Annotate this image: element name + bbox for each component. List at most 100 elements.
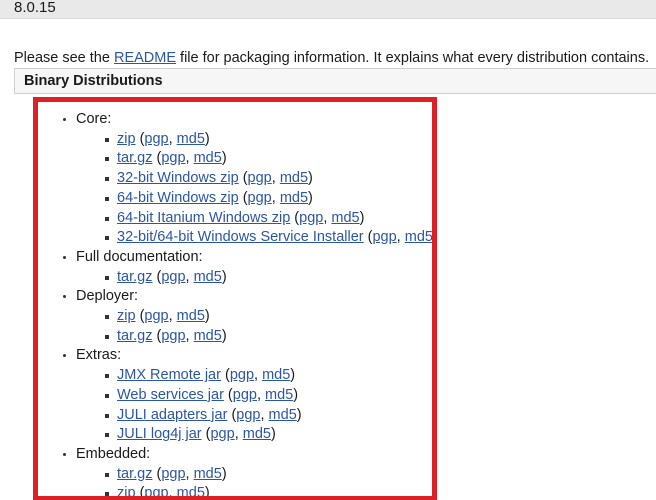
download-item-text: zip (pgp, md5) <box>117 307 432 327</box>
download-item-text: tar.gz (pgp, md5) <box>117 268 432 288</box>
download-item-text: JULI adapters jar (pgp, md5) <box>117 406 432 426</box>
download-link[interactable]: JULI adapters jar <box>117 407 227 423</box>
open-paren: ( <box>227 406 237 423</box>
pgp-link[interactable]: pgp <box>144 485 168 496</box>
download-item: JULI adapters jar (pgp, md5) <box>104 406 432 426</box>
pgp-link[interactable]: pgp <box>236 407 260 423</box>
separator: , <box>185 327 194 344</box>
pgp-link[interactable]: pgp <box>210 426 234 442</box>
bullet-dot-icon <box>63 452 66 456</box>
download-item: tar.gz (pgp, md5) <box>104 268 432 288</box>
md5-link[interactable]: md5 <box>262 367 290 383</box>
download-item-list: tar.gz (pgp, md5) zip (pgp, md5) <box>76 465 432 500</box>
download-link[interactable]: 64-bit Itanium Windows zip <box>117 210 290 226</box>
pgp-link[interactable]: pgp <box>161 150 185 166</box>
download-item-list: tar.gz (pgp, md5) <box>76 268 432 288</box>
distribution-group: Extras: JMX Remote jar (pgp, md5) Web serv… <box>62 346 432 445</box>
download-item-text: JMX Remote jar (pgp, md5) <box>117 366 432 386</box>
md5-link[interactable]: md5 <box>405 229 432 245</box>
separator: , <box>185 465 194 482</box>
download-link[interactable]: JULI log4j jar <box>117 426 202 442</box>
download-item-list: zip (pgp, md5) tar.gz (pgp, md5) 32-bit Wi… <box>76 130 432 248</box>
md5-link[interactable]: md5 <box>177 131 205 147</box>
close-paren: ) <box>293 386 299 403</box>
distribution-group-list: Core: zip (pgp, md5) tar.gz (pgp, md5) 32-b… <box>38 110 432 500</box>
download-link[interactable]: tar.gz <box>117 269 152 285</box>
md5-link[interactable]: md5 <box>265 387 293 403</box>
distribution-list-container: Core: zip (pgp, md5) tar.gz (pgp, md5) 32-b… <box>38 102 432 500</box>
separator: , <box>271 189 280 206</box>
pgp-link[interactable]: pgp <box>144 131 168 147</box>
md5-link[interactable]: md5 <box>280 190 308 206</box>
readme-link[interactable]: README <box>114 50 176 66</box>
download-item: 64-bit Itanium Windows zip (pgp, md5) <box>104 209 432 229</box>
open-paren: ( <box>152 150 162 167</box>
download-link[interactable]: 32-bit Windows zip <box>117 170 239 186</box>
close-paren: ) <box>221 268 227 285</box>
download-link[interactable]: Web services jar <box>117 387 224 403</box>
pgp-link[interactable]: pgp <box>230 367 254 383</box>
distribution-group: Embedded: tar.gz (pgp, md5) zip (pgp, md5) <box>62 445 432 500</box>
separator: , <box>260 406 269 423</box>
distribution-group: Deployer: zip (pgp, md5) tar.gz (pgp, md5) <box>62 287 432 346</box>
download-link[interactable]: JMX Remote jar <box>117 367 221 383</box>
open-paren: ( <box>152 465 162 482</box>
bullet-square-icon <box>105 315 109 320</box>
download-link[interactable]: tar.gz <box>117 328 152 344</box>
close-paren: ) <box>221 465 227 482</box>
md5-link[interactable]: md5 <box>194 328 222 344</box>
pgp-link[interactable]: pgp <box>299 210 323 226</box>
group-label: Extras: <box>76 347 122 364</box>
intro-text-before: Please see the <box>14 49 114 66</box>
md5-link[interactable]: md5 <box>194 466 222 482</box>
download-item: 32-bit/64-bit Windows Service Installer … <box>104 228 432 248</box>
download-item-text: JULI log4j jar (pgp, md5) <box>117 425 432 445</box>
download-link[interactable]: 32-bit/64-bit Windows Service Installer <box>117 229 364 245</box>
md5-link[interactable]: md5 <box>269 407 297 423</box>
separator: , <box>168 485 177 500</box>
md5-link[interactable]: md5 <box>177 308 205 324</box>
pgp-link[interactable]: pgp <box>248 170 272 186</box>
md5-link[interactable]: md5 <box>243 426 271 442</box>
bullet-square-icon <box>105 393 109 398</box>
close-paren: ) <box>204 130 210 147</box>
separator: , <box>256 386 266 403</box>
md5-link[interactable]: md5 <box>194 269 222 285</box>
download-item: JULI log4j jar (pgp, md5) <box>104 425 432 445</box>
close-paren: ) <box>204 485 210 500</box>
separator: , <box>185 268 194 285</box>
download-item: JMX Remote jar (pgp, md5) <box>104 366 432 386</box>
md5-link[interactable]: md5 <box>177 485 205 496</box>
download-link[interactable]: zip <box>117 131 136 147</box>
md5-link[interactable]: md5 <box>194 150 222 166</box>
bullet-square-icon <box>105 157 109 162</box>
md5-link[interactable]: md5 <box>280 170 308 186</box>
group-label: Core: <box>76 111 112 127</box>
download-item: 64-bit Windows zip (pgp, md5) <box>104 189 432 209</box>
pgp-link[interactable]: pgp <box>372 229 396 245</box>
pgp-link[interactable]: pgp <box>233 387 257 403</box>
separator: , <box>271 170 280 187</box>
open-paren: ( <box>152 268 162 285</box>
bullet-square-icon <box>105 137 109 142</box>
pgp-link[interactable]: pgp <box>161 466 185 482</box>
download-link[interactable]: tar.gz <box>117 466 152 482</box>
close-paren: ) <box>270 426 276 443</box>
download-link[interactable]: zip <box>117 308 136 324</box>
pgp-link[interactable]: pgp <box>248 190 272 206</box>
download-item: 32-bit Windows zip (pgp, md5) <box>104 169 432 189</box>
bullet-dot-icon <box>63 295 66 299</box>
bullet-square-icon <box>105 472 109 477</box>
md5-link[interactable]: md5 <box>331 210 359 226</box>
download-link[interactable]: tar.gz <box>117 150 152 166</box>
download-link[interactable]: 64-bit Windows zip <box>117 190 239 206</box>
bullet-dot-icon <box>63 118 66 121</box>
binary-distributions-header: Binary Distributions <box>14 68 656 94</box>
download-item: tar.gz (pgp, md5) <box>104 149 432 169</box>
pgp-link[interactable]: pgp <box>144 308 168 324</box>
pgp-link[interactable]: pgp <box>161 328 185 344</box>
intro-text-after: file for packaging information. It expla… <box>176 49 650 66</box>
pgp-link[interactable]: pgp <box>161 269 185 285</box>
download-link[interactable]: zip <box>117 485 136 496</box>
download-item-list: zip (pgp, md5) tar.gz (pgp, md5) <box>76 307 432 346</box>
